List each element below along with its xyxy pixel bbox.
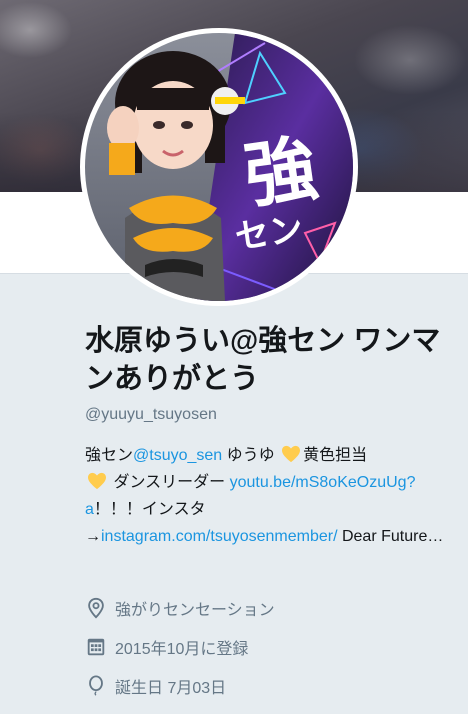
- avatar-logo-text: 強: [239, 126, 322, 219]
- bio-text-4: ダンスリーダー: [109, 474, 230, 491]
- calendar-icon: [87, 638, 105, 656]
- profile-location: 強がりセンセーション: [85, 596, 455, 620]
- bio-text-1: 強セン: [85, 447, 134, 464]
- avatar-image: 強 セン: [85, 33, 353, 301]
- yellow-heart-icon: [282, 445, 301, 463]
- profile-bio: 強セン@tsuyo_sen ゆうゆ 黄色担当 ダンスリーダー youtu.be/…: [85, 442, 445, 550]
- bio-mention-link[interactable]: @tsuyo_sen: [133, 447, 222, 464]
- balloon-icon: [89, 675, 103, 696]
- location-pin-icon: [88, 597, 104, 619]
- bio-text-3: 黄色担当: [303, 447, 368, 464]
- profile-joined: 2015年10月に登録: [85, 635, 455, 659]
- birthday-text: 誕生日 7月03日: [115, 680, 227, 697]
- bio-text-6: Dear Future…: [337, 528, 444, 545]
- location-text: 強がりセンセーション: [115, 602, 275, 619]
- profile-handle[interactable]: @yuuyu_tsuyosen: [85, 406, 455, 424]
- joined-text: 2015年10月に登録: [115, 641, 249, 658]
- profile-meta: 強がりセンセーション 2015年10月に登録 誕生日 7月03日: [85, 596, 455, 713]
- profile-name[interactable]: 水原ゆうい@強セン ワンマンありがとう: [85, 322, 455, 398]
- profile-avatar[interactable]: 強 セン: [80, 28, 358, 306]
- profile-card: 水原ゆうい@強セン ワンマンありがとう @yuuyu_tsuyosen 強セン@…: [85, 322, 455, 550]
- profile-birthday: 誕生日 7月03日: [85, 674, 455, 698]
- bio-instagram-link[interactable]: instagram.com/tsuyosenmember/: [101, 528, 338, 545]
- bio-text-2: ゆうゆ: [222, 447, 280, 464]
- yellow-heart-icon: [88, 472, 106, 490]
